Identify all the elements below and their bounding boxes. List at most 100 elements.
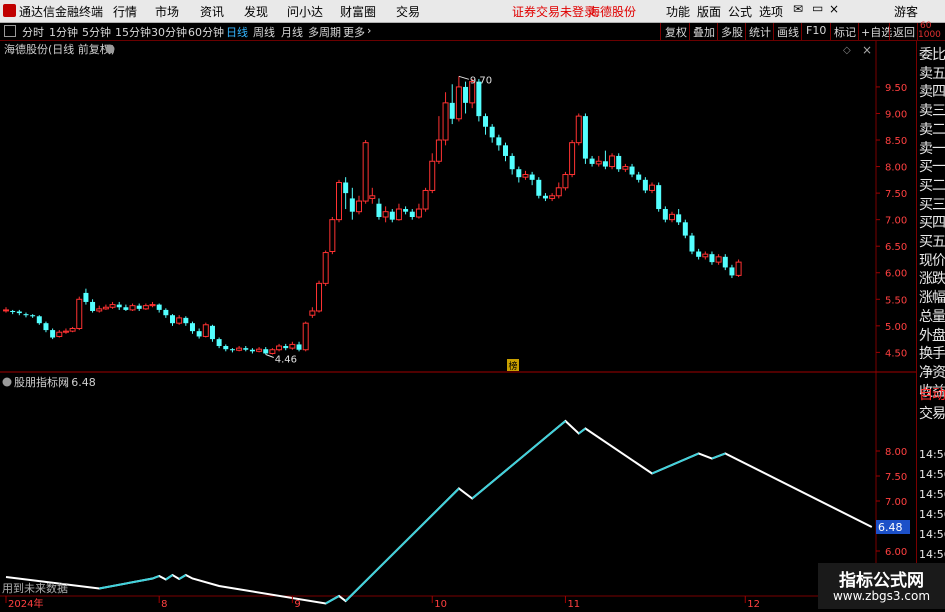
indicator-line-white: [5, 419, 873, 605]
candle-body: [422, 189, 429, 210]
main-y-tick-label: 8.00: [885, 163, 907, 174]
low-price-label: 4.46: [275, 355, 297, 366]
watermark-url: www.zbgs3.com: [832, 589, 931, 603]
menu-gongneng[interactable]: 功能: [666, 3, 690, 20]
indicator-rising-segment: [165, 574, 174, 581]
candle-body: [129, 305, 136, 311]
chevron-right-icon[interactable]: ›: [367, 24, 371, 37]
candle-body: [336, 181, 342, 221]
quote-label[interactable]: 自动: [919, 384, 945, 404]
candle-body: [355, 200, 362, 213]
period-monthly[interactable]: 月线: [281, 24, 303, 40]
btn-f10[interactable]: F10: [806, 24, 826, 37]
candle-body: [409, 211, 415, 217]
candle-body: [382, 211, 389, 218]
chart-close-icon[interactable]: ×: [862, 43, 872, 57]
candle-body: [109, 304, 116, 308]
chart-area[interactable]: 海德股份(日线 前复权) ◇ × 9.50 9.00 8.50 8.00 7.50 7.0…: [0, 41, 916, 610]
candle-body: [442, 102, 449, 141]
candle-body: [636, 174, 642, 180]
indicator-dropdown-icon[interactable]: [2, 377, 12, 387]
candle-body: [176, 317, 183, 324]
menu-xuanxiang[interactable]: 选项: [759, 3, 783, 20]
period-fenshi[interactable]: 分时: [22, 24, 44, 40]
btn-add-favorite[interactable]: +自选: [861, 24, 892, 40]
candle-body: [183, 317, 189, 324]
panel-toggle-icon[interactable]: [4, 25, 16, 37]
period-daily[interactable]: 日线: [226, 24, 248, 40]
candle-body: [256, 348, 263, 352]
btn-huaxian[interactable]: 画线: [777, 24, 799, 40]
main-y-tick-label: 5.50: [885, 295, 907, 306]
close-icon[interactable]: ×: [829, 2, 839, 16]
btn-fuquan[interactable]: 复权: [665, 24, 687, 40]
candle-body: [696, 251, 702, 257]
btn-duogu[interactable]: 多股: [721, 24, 743, 40]
tick-time: 14:56: [919, 488, 945, 501]
guest-label[interactable]: 游客: [894, 3, 918, 20]
menu-hangqing[interactable]: 行情: [113, 3, 137, 20]
candle-body: [296, 344, 302, 350]
period-toolbar: 分时 1分钟 5分钟 15分钟 30分钟 60分钟 日线 周线 月线 多周期 更…: [0, 22, 945, 41]
btn-biaoji[interactable]: 标记: [834, 24, 856, 40]
candle-body: [562, 174, 569, 189]
candle-body: [3, 309, 9, 312]
main-y-tick-label: 6.50: [885, 242, 907, 253]
menu-gongshi[interactable]: 公式: [728, 3, 752, 20]
candle-body: [449, 102, 455, 119]
menu-banmian[interactable]: 版面: [697, 3, 721, 20]
period-15min[interactable]: 15分钟: [115, 24, 151, 40]
kline-svg[interactable]: 海德股份(日线 前复权) ◇ × 9.50 9.00 8.50 8.00 7.50 7.0…: [0, 41, 916, 610]
main-y-tick-label: 9.00: [885, 109, 907, 120]
trade-login-status[interactable]: 证券交易未登录: [512, 3, 596, 20]
menu-caifuquan[interactable]: 财富圈: [340, 3, 376, 20]
candle-body: [349, 198, 355, 212]
top-value-b: 1000: [918, 30, 941, 40]
period-5min[interactable]: 5分钟: [82, 24, 111, 40]
candle-body: [76, 298, 83, 329]
indicator-rising-segment: [344, 487, 460, 602]
header-dropdown-icon[interactable]: [105, 44, 115, 54]
x-tick-label: 12: [747, 599, 760, 609]
minimize-icon[interactable]: ▭: [812, 1, 823, 15]
indicator-current-value: 6.48: [878, 521, 903, 534]
message-icon[interactable]: ✉: [793, 2, 803, 16]
candle-body: [263, 349, 269, 354]
candle-body: [329, 219, 336, 253]
candle-body: [536, 179, 542, 196]
main-y-tick-label: 7.50: [885, 189, 907, 200]
candle-body: [36, 316, 42, 324]
candle-body: [149, 304, 156, 307]
candle-body: [309, 310, 316, 316]
menu-jiaoyi[interactable]: 交易: [396, 3, 420, 20]
menu-faxian[interactable]: 发现: [244, 3, 268, 20]
btn-diejia[interactable]: 叠加: [693, 24, 715, 40]
period-60min[interactable]: 60分钟: [188, 24, 224, 40]
candle-body: [649, 184, 656, 191]
candle-body: [156, 304, 162, 310]
candle-body: [209, 325, 215, 340]
btn-tongji[interactable]: 统计: [749, 24, 771, 40]
indicator-rising-segment: [471, 420, 567, 500]
menu-zixun[interactable]: 资讯: [200, 3, 224, 20]
indicator-rising-segment: [325, 595, 340, 605]
quote-label[interactable]: 交易: [919, 403, 945, 423]
candle-body: [516, 169, 522, 178]
candle-body: [529, 174, 535, 180]
quote-label: 卖四: [919, 84, 945, 101]
period-multi[interactable]: 多周期: [308, 24, 341, 40]
diamond-icon[interactable]: ◇: [843, 45, 851, 56]
btn-fanhui[interactable]: 返回: [893, 24, 915, 40]
candle-body: [483, 116, 489, 127]
menu-shichang[interactable]: 市场: [155, 3, 179, 20]
period-1min[interactable]: 1分钟: [49, 24, 78, 40]
menu-wenxiaoda[interactable]: 问小达: [287, 3, 323, 20]
tick-time: 14:56: [919, 508, 945, 521]
indicator-rising-segment: [578, 427, 587, 435]
quote-label: 卖三: [919, 103, 945, 120]
period-more[interactable]: 更多: [343, 24, 365, 40]
period-30min[interactable]: 30分钟: [151, 24, 187, 40]
period-weekly[interactable]: 周线: [253, 24, 275, 40]
x-tick-label: 10: [434, 599, 447, 609]
main-y-tick-label: 5.00: [885, 322, 907, 333]
